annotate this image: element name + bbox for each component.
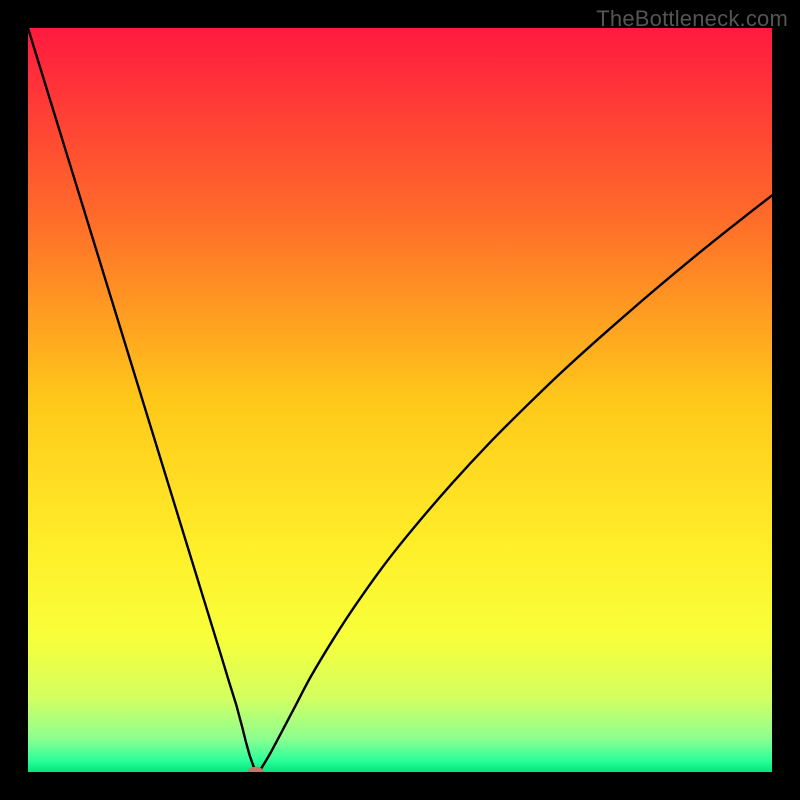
chart-frame: TheBottleneck.com — [0, 0, 800, 800]
chart-svg — [28, 28, 772, 772]
watermark-text: TheBottleneck.com — [596, 6, 788, 32]
plot-area — [28, 28, 772, 772]
gradient-background — [28, 28, 772, 772]
